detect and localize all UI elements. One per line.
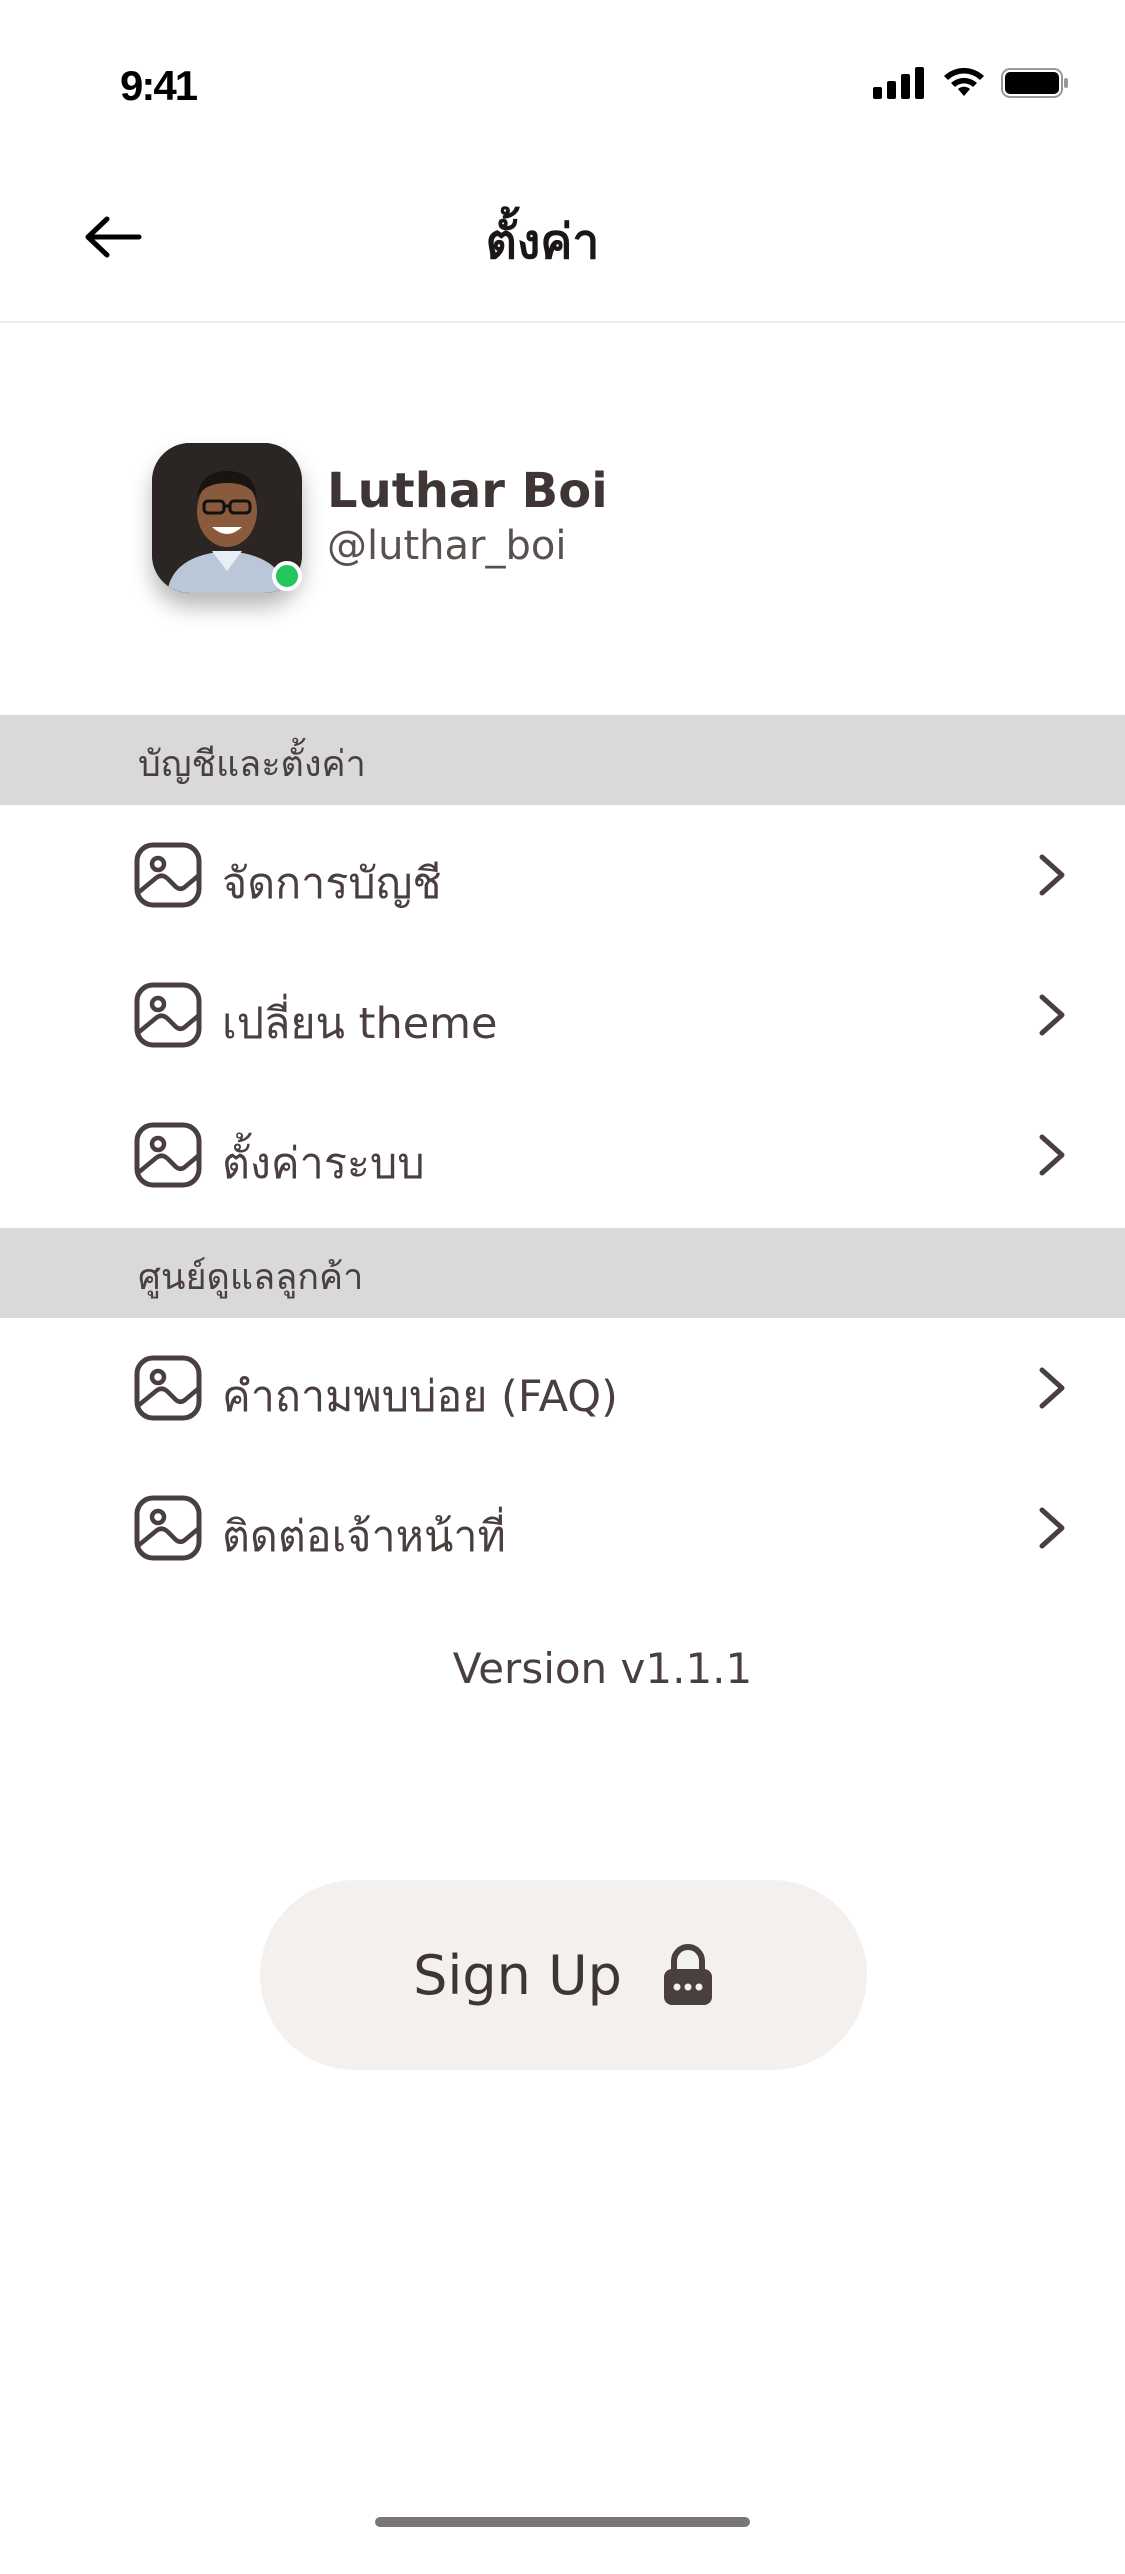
signal-icon — [873, 67, 924, 99]
menu-item-label: จัดการบัญชี — [222, 859, 442, 909]
wifi-icon — [944, 68, 984, 96]
sign-up-button[interactable]: Sign Up — [260, 1880, 867, 2070]
version-label: Version v1.1.1 — [452, 1644, 753, 1693]
menu-item-system-settings[interactable]: ตั้งค่าระบบ — [0, 1085, 1125, 1225]
page-title: ตั้งค่า — [0, 204, 1125, 280]
status-bar: 9:41 — [0, 0, 1125, 150]
status-icons — [873, 66, 1071, 100]
section-title: ศูนย์ดูแลลูกค้า — [138, 1257, 364, 1298]
menu-item-label: ตั้งค่าระบบ — [222, 1139, 425, 1189]
status-time: 9:41 — [120, 62, 198, 109]
section-title: บัญชีและตั้งค่า — [138, 744, 366, 785]
menu-item-contact-staff[interactable]: ติดต่อเจ้าหน้าที่ — [0, 1458, 1125, 1598]
image-icon — [134, 842, 202, 908]
menu-item-label: เปลี่ยน theme — [222, 999, 498, 1049]
menu-item-manage-account[interactable]: จัดการบัญชี — [0, 805, 1125, 945]
image-icon — [134, 1355, 202, 1421]
chevron-right-icon — [1039, 1134, 1065, 1176]
menu-item-faq[interactable]: คำถามพบบ่อย (FAQ) — [0, 1318, 1125, 1458]
lock-icon — [663, 1944, 712, 2005]
profile-handle: @luthar_boi — [327, 523, 567, 569]
menu-item-change-theme[interactable]: เปลี่ยน theme — [0, 945, 1125, 1085]
battery-icon — [1001, 68, 1068, 98]
chevron-right-icon — [1039, 994, 1065, 1036]
section-header-account: บัญชีและตั้งค่า — [0, 715, 1125, 805]
image-icon — [134, 1495, 202, 1561]
image-icon — [134, 1122, 202, 1188]
profile-name: Luthar Boi — [327, 463, 608, 519]
menu-item-label: คำถามพบบ่อย (FAQ) — [222, 1372, 618, 1422]
profile-card[interactable]: Luthar Boi @luthar_boi — [152, 443, 952, 603]
nav-bar: ตั้งค่า — [0, 180, 1125, 323]
menu-item-label: ติดต่อเจ้าหน้าที่ — [222, 1512, 506, 1562]
online-status-dot — [272, 561, 302, 591]
image-icon — [134, 982, 202, 1048]
sign-up-label: Sign Up — [413, 1943, 622, 2007]
page-title-text: ตั้งค่า — [485, 214, 600, 270]
chevron-right-icon — [1039, 1507, 1065, 1549]
chevron-right-icon — [1039, 854, 1065, 896]
section-header-customer-care: ศูนย์ดูแลลูกค้า — [0, 1228, 1125, 1318]
home-indicator — [375, 2517, 750, 2527]
chevron-right-icon — [1039, 1367, 1065, 1409]
